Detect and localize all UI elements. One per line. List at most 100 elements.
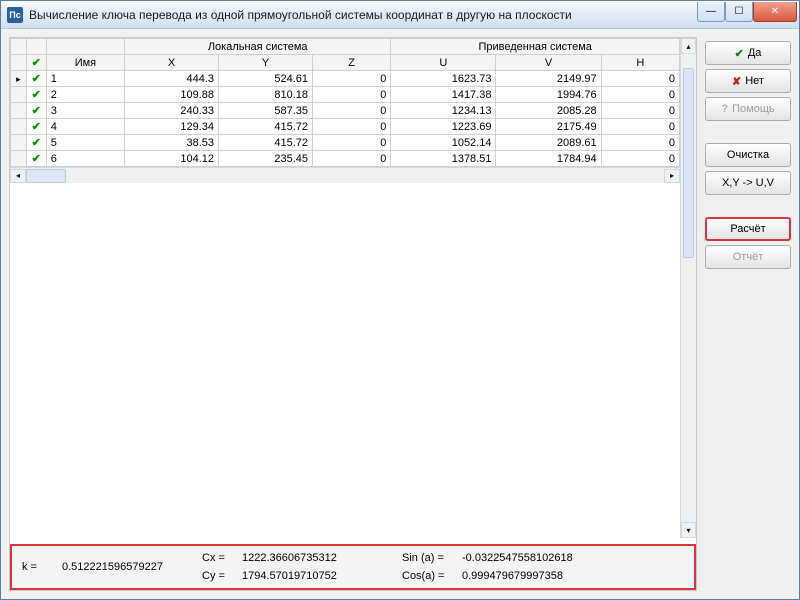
cell-v[interactable]: 1784.94 [496,151,601,167]
cell-z[interactable]: 0 [313,103,391,119]
left-panel: Локальная система Приведенная система ✔ … [9,37,697,591]
cell-y[interactable]: 810.18 [219,87,313,103]
help-icon: ? [721,103,728,115]
table-row[interactable]: ✔6104.12235.4501378.511784.940 [11,151,680,167]
cell-v[interactable]: 2149.97 [496,71,601,87]
calc-button[interactable]: Расчёт [705,217,791,241]
row-indicator [11,87,27,103]
cx-value: 1222.36606735312 [242,552,402,564]
report-button[interactable]: Отчёт [705,245,791,269]
row-check[interactable]: ✔ [26,87,46,103]
cell-y[interactable]: 415.72 [219,135,313,151]
vertical-scrollbar[interactable]: ▴ ▾ [680,38,696,538]
cell-z[interactable]: 0 [313,135,391,151]
col-x[interactable]: X [125,55,219,71]
row-check[interactable]: ✔ [26,103,46,119]
titlebar: Пс Вычисление ключа перевода из одной пр… [1,1,799,29]
col-check[interactable]: ✔ [26,55,46,71]
row-indicator [11,103,27,119]
cos-label: Cos(a) = [402,570,462,582]
cell-z[interactable]: 0 [313,87,391,103]
maximize-button[interactable]: ☐ [725,2,753,22]
table-row[interactable]: ✔2109.88810.1801417.381994.760 [11,87,680,103]
cross-icon: ✘ [732,75,741,88]
col-v[interactable]: V [496,55,601,71]
cell-z[interactable]: 0 [313,71,391,87]
cell-v[interactable]: 2089.61 [496,135,601,151]
cos-value: 0.999479679997358 [462,570,622,582]
cell-v[interactable]: 1994.76 [496,87,601,103]
report-label: Отчёт [733,251,763,263]
cell-name[interactable]: 5 [46,135,124,151]
cy-label: Cy = [202,570,242,582]
cell-h[interactable]: 0 [601,103,679,119]
row-check[interactable]: ✔ [26,151,46,167]
table-row[interactable]: ▸✔1444.3524.6101623.732149.970 [11,71,680,87]
help-label: Помощь [732,103,775,115]
convert-button[interactable]: X,Y -> U,V [705,171,791,195]
table-row[interactable]: ✔4129.34415.7201223.692175.490 [11,119,680,135]
check-icon: ✔ [735,47,744,60]
table-row[interactable]: ✔3240.33587.3501234.132085.280 [11,103,680,119]
no-label: Нет [745,75,764,87]
app-window: Пс Вычисление ключа перевода из одной пр… [0,0,800,600]
minimize-button[interactable]: — [697,2,725,22]
yes-button[interactable]: ✔ Да [705,41,791,65]
row-indicator [11,119,27,135]
horizontal-scrollbar[interactable]: ◂ ▸ [10,167,680,183]
cell-h[interactable]: 0 [601,87,679,103]
help-button[interactable]: ? Помощь [705,97,791,121]
cell-v[interactable]: 2085.28 [496,103,601,119]
cell-u[interactable]: 1623.73 [391,71,496,87]
scroll-left-button[interactable]: ◂ [10,169,26,183]
cell-y[interactable]: 524.61 [219,71,313,87]
cell-v[interactable]: 2175.49 [496,119,601,135]
cell-h[interactable]: 0 [601,135,679,151]
scroll-down-button[interactable]: ▾ [681,522,696,538]
cell-u[interactable]: 1234.13 [391,103,496,119]
row-check[interactable]: ✔ [26,119,46,135]
cell-h[interactable]: 0 [601,119,679,135]
cell-x[interactable]: 104.12 [125,151,219,167]
cell-y[interactable]: 587.35 [219,103,313,119]
col-h[interactable]: H [601,55,679,71]
cell-h[interactable]: 0 [601,151,679,167]
no-button[interactable]: ✘ Нет [705,69,791,93]
cell-z[interactable]: 0 [313,151,391,167]
data-grid[interactable]: Локальная система Приведенная система ✔ … [10,38,696,538]
cell-name[interactable]: 4 [46,119,124,135]
app-icon: Пс [7,7,23,23]
sin-value: -0.0322547558102618 [462,552,622,564]
window-title: Вычисление ключа перевода из одной прямо… [29,8,697,22]
scroll-right-button[interactable]: ▸ [664,169,680,183]
cell-u[interactable]: 1223.69 [391,119,496,135]
cell-h[interactable]: 0 [601,71,679,87]
cell-x[interactable]: 129.34 [125,119,219,135]
cy-value: 1794.57019710752 [242,570,402,582]
cell-x[interactable]: 38.53 [125,135,219,151]
cell-x[interactable]: 109.88 [125,87,219,103]
col-y[interactable]: Y [219,55,313,71]
cell-name[interactable]: 6 [46,151,124,167]
row-indicator [11,151,27,167]
cell-x[interactable]: 444.3 [125,71,219,87]
cell-name[interactable]: 2 [46,87,124,103]
cell-y[interactable]: 235.45 [219,151,313,167]
col-u[interactable]: U [391,55,496,71]
table-row[interactable]: ✔538.53415.7201052.142089.610 [11,135,680,151]
row-check[interactable]: ✔ [26,135,46,151]
clear-button[interactable]: Очистка [705,143,791,167]
col-name[interactable]: Имя [46,55,124,71]
cell-z[interactable]: 0 [313,119,391,135]
cell-u[interactable]: 1417.38 [391,87,496,103]
cell-u[interactable]: 1052.14 [391,135,496,151]
cell-u[interactable]: 1378.51 [391,151,496,167]
col-z[interactable]: Z [313,55,391,71]
row-check[interactable]: ✔ [26,71,46,87]
cell-x[interactable]: 240.33 [125,103,219,119]
cell-y[interactable]: 415.72 [219,119,313,135]
cell-name[interactable]: 3 [46,103,124,119]
cell-name[interactable]: 1 [46,71,124,87]
scroll-up-button[interactable]: ▴ [681,38,696,54]
close-button[interactable]: ✕ [753,2,797,22]
